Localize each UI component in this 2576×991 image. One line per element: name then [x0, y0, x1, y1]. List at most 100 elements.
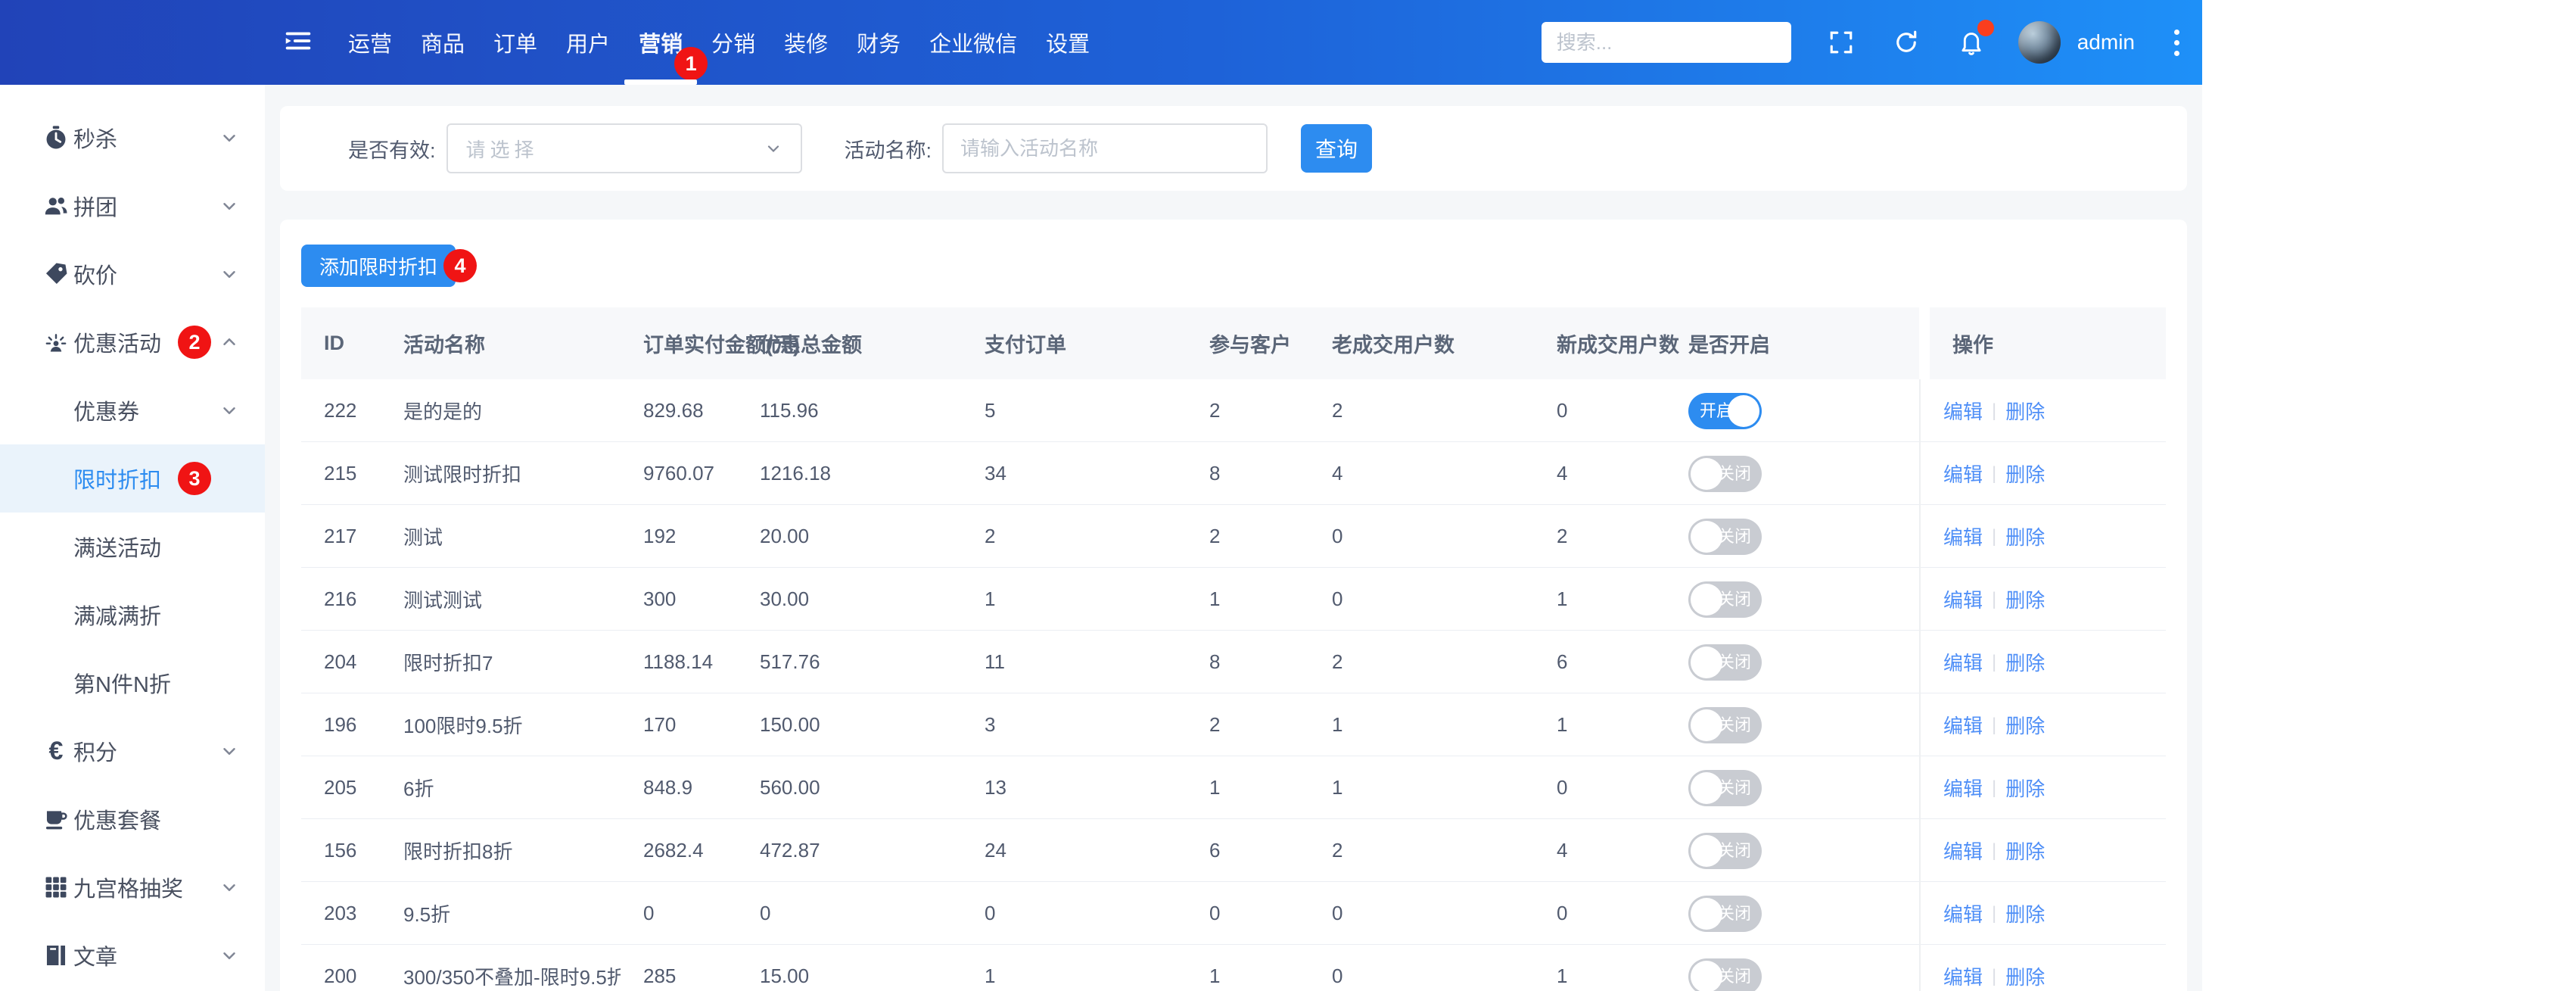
cell-old_users: 2	[1332, 839, 1343, 862]
sidebar-item[interactable]: € 积分	[0, 717, 265, 785]
nav-item-5-active[interactable]: 营销 1	[624, 0, 708, 85]
nav-item-3[interactable]: 订单	[479, 0, 552, 85]
nav-item-6[interactable]: 分销	[697, 0, 770, 85]
cell-id: 222	[324, 399, 357, 422]
nav-item-1[interactable]: 运营	[334, 0, 406, 85]
sidebar-item[interactable]: 九宫格抽奖	[0, 853, 265, 921]
sidebar-item[interactable]: 砍价	[0, 240, 265, 308]
enable-toggle-off[interactable]: 关闭	[1688, 769, 1762, 806]
enable-toggle-off[interactable]: 关闭	[1688, 832, 1762, 869]
table-header: ID 活动名称 订单实付金额(元) 优惠总金额 支付订单 参与客户 老成交用户数 新成交用户数…	[301, 307, 2166, 379]
euro-icon: €	[48, 736, 64, 765]
edit-link[interactable]: 编辑	[1943, 460, 1983, 488]
enable-toggle-off[interactable]: 关闭	[1688, 455, 1762, 492]
sidebar-item[interactable]: 优惠券	[0, 376, 265, 444]
sidebar-item[interactable]: 文章	[0, 921, 265, 989]
delete-link[interactable]: 删除	[2005, 397, 2045, 425]
column-header-2: 活动名称	[403, 334, 485, 357]
edit-link[interactable]: 编辑	[1943, 837, 1983, 865]
delete-link[interactable]: 删除	[2005, 522, 2045, 550]
table-row: 203 9.5折 0 0 0 0 0 0 关闭 编辑 | 删除	[301, 882, 2166, 945]
nav-item-4[interactable]: 用户	[552, 0, 624, 85]
activity-name-input[interactable]	[942, 123, 1268, 173]
delete-link[interactable]: 删除	[2005, 460, 2045, 488]
promo-icon	[42, 329, 70, 356]
search-input[interactable]	[1541, 22, 1791, 63]
nav-item-8[interactable]: 财务	[842, 0, 915, 85]
fullscreen-icon[interactable]	[1826, 27, 1856, 58]
edit-link[interactable]: 编辑	[1943, 522, 1983, 550]
cell-old_users: 2	[1332, 650, 1343, 673]
nav-item-10[interactable]: 设置	[1031, 0, 1104, 85]
cell-name: 100限时9.5折	[403, 715, 523, 737]
query-button[interactable]: 查询	[1301, 124, 1373, 173]
sidebar-item[interactable]: 拼团	[0, 172, 265, 240]
delete-link[interactable]: 删除	[2005, 648, 2045, 676]
edit-link[interactable]: 编辑	[1943, 711, 1983, 739]
sidebar-item[interactable]: 第N件N折	[0, 649, 265, 717]
cell-discount_total: 115.96	[760, 399, 819, 422]
cell-paid_orders: 3	[985, 713, 996, 736]
cell-enabled: 关闭	[1666, 581, 1919, 618]
cell-id: 196	[324, 713, 357, 736]
toggle-label: 关闭	[1717, 966, 1751, 986]
cell-paid_orders: 5	[985, 399, 996, 422]
enable-toggle-off[interactable]: 关闭	[1688, 644, 1762, 681]
delete-link[interactable]: 删除	[2005, 585, 2045, 613]
cell-id: 205	[324, 776, 357, 799]
nav-item-2[interactable]: 商品	[406, 0, 479, 85]
action-separator: |	[1992, 902, 1997, 924]
enable-toggle-off[interactable]: 关闭	[1688, 518, 1762, 555]
toggle-label: 开启	[1700, 400, 1734, 420]
enable-toggle-off[interactable]: 关闭	[1688, 581, 1762, 618]
enable-toggle-off[interactable]: 关闭	[1688, 958, 1762, 991]
enable-toggle-off[interactable]: 关闭	[1688, 706, 1762, 743]
topbar: 运营商品订单用户营销1分销装修财务企业微信设置 ad	[0, 0, 2202, 85]
sidebar-collapse-button[interactable]	[284, 27, 314, 58]
avatar[interactable]	[2018, 21, 2061, 64]
nav-item-9[interactable]: 企业微信	[915, 0, 1031, 85]
delete-link[interactable]: 删除	[2005, 962, 2045, 990]
table-row: 200 300/350不叠加-限时9.5折 285 15.00 1 1 0 1 关闭 编辑 | 删除	[301, 945, 2166, 991]
sidebar-item[interactable]: 满减满折	[0, 581, 265, 649]
step-badge-4: 4	[443, 249, 478, 282]
cell-name: 测试限时折扣	[403, 463, 522, 486]
clock-icon	[42, 124, 70, 151]
edit-link[interactable]: 编辑	[1943, 774, 1983, 802]
toggle-label: 关闭	[1717, 778, 1751, 797]
sidebar-item-label: 优惠活动	[73, 332, 162, 357]
enable-toggle-off[interactable]: 关闭	[1688, 895, 1762, 932]
sidebar-item-label: 优惠套餐	[73, 809, 162, 834]
edit-link[interactable]: 编辑	[1943, 397, 1983, 425]
valid-select[interactable]: 请选择	[446, 123, 802, 173]
table-card: 添加限时折扣 4 ID 活动名称 订单实付金额(元) 优惠总金额 支付订单 参与客户 老成交…	[280, 220, 2187, 991]
edit-link[interactable]: 编辑	[1943, 962, 1983, 990]
bell-icon[interactable]	[1956, 20, 1994, 58]
username[interactable]: admin	[2077, 30, 2135, 55]
topbar-nav: 运营 商品 订单 用户 营销 1 分销 装修 财务 企业微信 设置	[334, 0, 1104, 85]
edit-link[interactable]: 编辑	[1943, 648, 1983, 676]
sidebar-item[interactable]: 优惠活动 2	[0, 308, 265, 376]
delete-link[interactable]: 删除	[2005, 837, 2045, 865]
refresh-icon[interactable]	[1891, 27, 1921, 58]
edit-link[interactable]: 编辑	[1943, 899, 1983, 927]
enable-toggle-on[interactable]: 开启	[1688, 392, 1762, 429]
book-icon	[42, 942, 70, 969]
kebab-menu-icon[interactable]	[2171, 26, 2182, 59]
valid-select-placeholder: 请选择	[465, 138, 539, 161]
sidebar-item-selected[interactable]: 限时折扣 3	[0, 444, 265, 513]
add-discount-button[interactable]: 添加限时折扣 4	[301, 245, 478, 287]
nav-item-7[interactable]: 装修	[770, 0, 842, 85]
edit-link[interactable]: 编辑	[1943, 585, 1983, 613]
sidebar-item[interactable]: 秒杀	[0, 104, 265, 172]
cell-name: 300/350不叠加-限时9.5折	[403, 966, 621, 989]
delete-link[interactable]: 删除	[2005, 774, 2045, 802]
delete-link[interactable]: 删除	[2005, 711, 2045, 739]
cell-paid_amount: 1188.14	[643, 650, 714, 673]
cell-new_users: 1	[1557, 587, 1568, 610]
delete-link[interactable]: 删除	[2005, 899, 2045, 927]
sidebar-item[interactable]: 优惠套餐	[0, 785, 265, 853]
action-separator: |	[1992, 840, 1997, 861]
cell-participants: 2	[1209, 399, 1221, 422]
sidebar-item[interactable]: 满送活动	[0, 513, 265, 581]
